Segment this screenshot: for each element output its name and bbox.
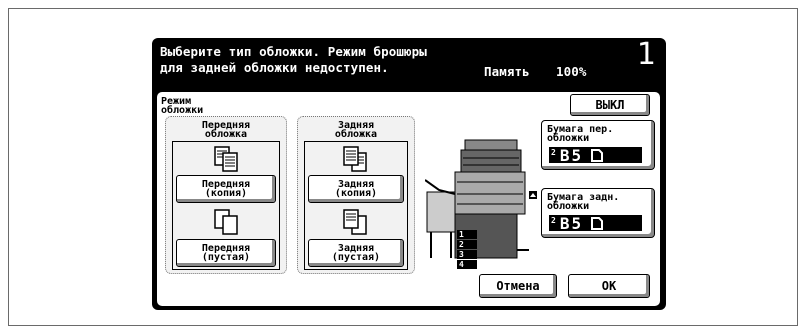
back-copy-button[interactable]: Задняя (копия) xyxy=(308,175,404,203)
back-cover-paper-button[interactable]: Бумага задн. обложки 2 B5 xyxy=(541,188,655,238)
back-paper-size: B5 xyxy=(559,213,584,233)
copied-document-icon xyxy=(343,146,367,172)
tray-3-indicator: 3 xyxy=(457,250,477,259)
front-cover-paper-button[interactable]: Бумага пер. обложки 2 B5 xyxy=(541,120,655,170)
back-paper-value: 2 B5 xyxy=(549,213,642,233)
copied-document-icon xyxy=(214,146,238,172)
blank-document-icon xyxy=(214,209,238,235)
cover-mode-label: Режим обложки xyxy=(161,96,204,116)
memory-value: 100% xyxy=(556,64,587,79)
front-copy-button[interactable]: Передняя (копия) xyxy=(176,175,276,203)
memory-label: Память xyxy=(484,64,530,79)
cover-settings-panel: Режим обложки ВЫКЛ Передняя обложка Пере… xyxy=(157,92,660,306)
front-paper-size: B5 xyxy=(559,145,584,165)
front-blank-button[interactable]: Передняя (пустая) xyxy=(176,239,276,267)
tray-indicators: 1 2 3 4 xyxy=(457,230,477,269)
paper-orientation-icon xyxy=(591,148,604,162)
front-paper-value: 2 B5 xyxy=(549,145,642,165)
paper-orientation-icon xyxy=(591,216,604,230)
ok-button[interactable]: OK xyxy=(568,274,650,298)
blank-document-icon xyxy=(343,209,367,235)
front-cover-group: Передняя обложка Передняя (копия) Передн… xyxy=(165,116,287,274)
back-blank-button[interactable]: Задняя (пустая) xyxy=(308,239,404,267)
front-paper-tray: 2 xyxy=(551,147,556,157)
back-paper-title: Бумага задн. обложки xyxy=(547,192,620,212)
copier-machine-illustration xyxy=(425,139,537,259)
tray-2-indicator: 2 xyxy=(457,240,477,249)
control-panel-screen: Выберите тип обложки. Режим брошюры для … xyxy=(152,38,666,310)
tray-1-indicator: 1 xyxy=(457,230,477,239)
front-cover-title: Передняя обложка xyxy=(201,120,251,140)
tray-4-indicator: 4 xyxy=(457,260,477,269)
back-paper-tray: 2 xyxy=(551,215,556,225)
back-cover-title: Задняя обложка xyxy=(334,120,378,140)
cancel-button[interactable]: Отмена xyxy=(479,274,557,298)
header-message-line2: для задней обложки недоступен. xyxy=(160,60,389,75)
page-number: 1 xyxy=(636,37,656,72)
header-message-line1: Выберите тип обложки. Режим брошюры xyxy=(160,44,427,59)
off-button[interactable]: ВЫКЛ xyxy=(570,94,650,116)
front-paper-title: Бумага пер. обложки xyxy=(547,124,614,144)
back-cover-group: Задняя обложка Задняя (копия) Задняя (пу… xyxy=(297,116,415,274)
